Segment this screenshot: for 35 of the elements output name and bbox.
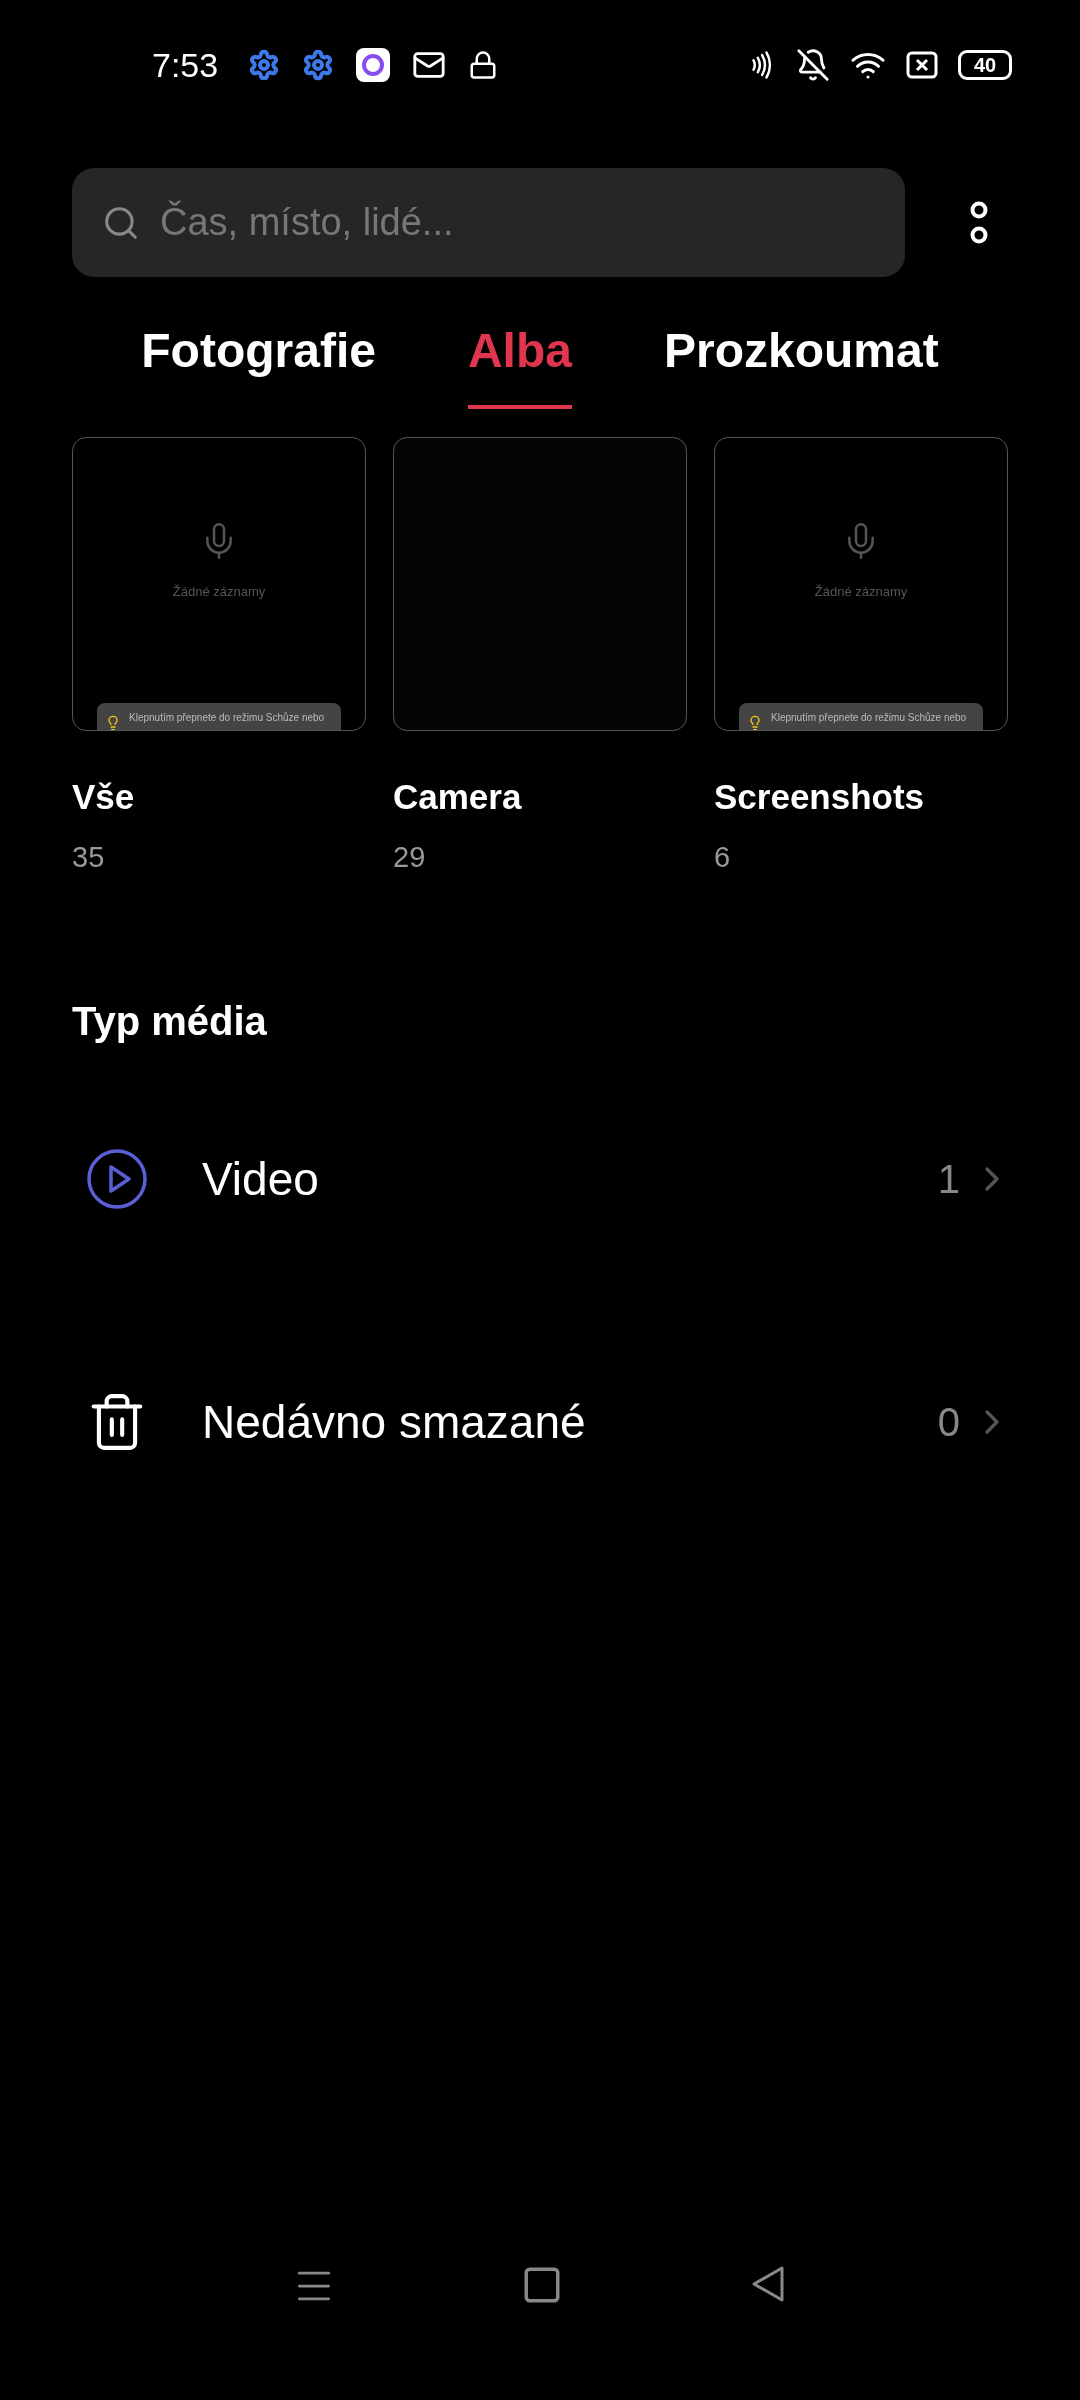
- more-options-icon[interactable]: [969, 200, 989, 245]
- album-count: 6: [714, 839, 732, 875]
- media-type-label: Nedávno smazané: [202, 1394, 587, 1450]
- album-count: 35: [72, 839, 106, 875]
- battery-indicator: 40: [958, 50, 1012, 80]
- lightbulb-icon: [747, 715, 763, 730]
- gear-icon: [248, 49, 281, 81]
- album-name: Screenshots: [714, 776, 926, 818]
- tab[interactable]: Alba: [467, 315, 572, 409]
- media-type-row[interactable]: Video 1: [0, 1089, 1080, 1269]
- play-icon: [86, 1148, 148, 1210]
- album-thumbnail[interactable]: Žádné záznamy Klepnutím přepnete do režimu Schůze nebo: [72, 437, 366, 731]
- tip-text: Klepnutím přepnete do režimu Schůze nebo: [129, 711, 325, 725]
- media-type-count: 1: [937, 1156, 960, 1203]
- album-count: 29: [393, 839, 427, 875]
- tip-text: Klepnutím přepnete do režimu Schůze nebo: [771, 711, 967, 725]
- status-time: 7:53: [152, 44, 219, 86]
- album-thumbnail[interactable]: [393, 437, 687, 731]
- empty-text: Žádné záznamy: [172, 583, 266, 601]
- album-thumbnail[interactable]: Žádné záznamy Klepnutím přepnete do režimu Schůze nebo: [714, 437, 1008, 731]
- tab[interactable]: Prozkoumat: [663, 315, 939, 409]
- tab[interactable]: Fotografie: [141, 315, 376, 409]
- empty-text: Žádné záznamy: [814, 583, 908, 601]
- media-type-count: 0: [937, 1399, 960, 1446]
- gear-icon: [302, 49, 335, 81]
- search-placeholder: Čas, místo, lidé...: [160, 199, 454, 245]
- media-type-row[interactable]: Nedávno smazané 0: [0, 1332, 1080, 1512]
- album-name: Camera: [393, 776, 523, 818]
- mute-icon: [796, 48, 830, 82]
- album-name: Vše: [72, 776, 136, 818]
- section-title: Typ média: [71, 998, 268, 1045]
- app-icon: [356, 48, 391, 82]
- sim-icon: [906, 51, 938, 79]
- media-type-label: Video: [202, 1151, 320, 1207]
- lightbulb-icon: [105, 715, 121, 730]
